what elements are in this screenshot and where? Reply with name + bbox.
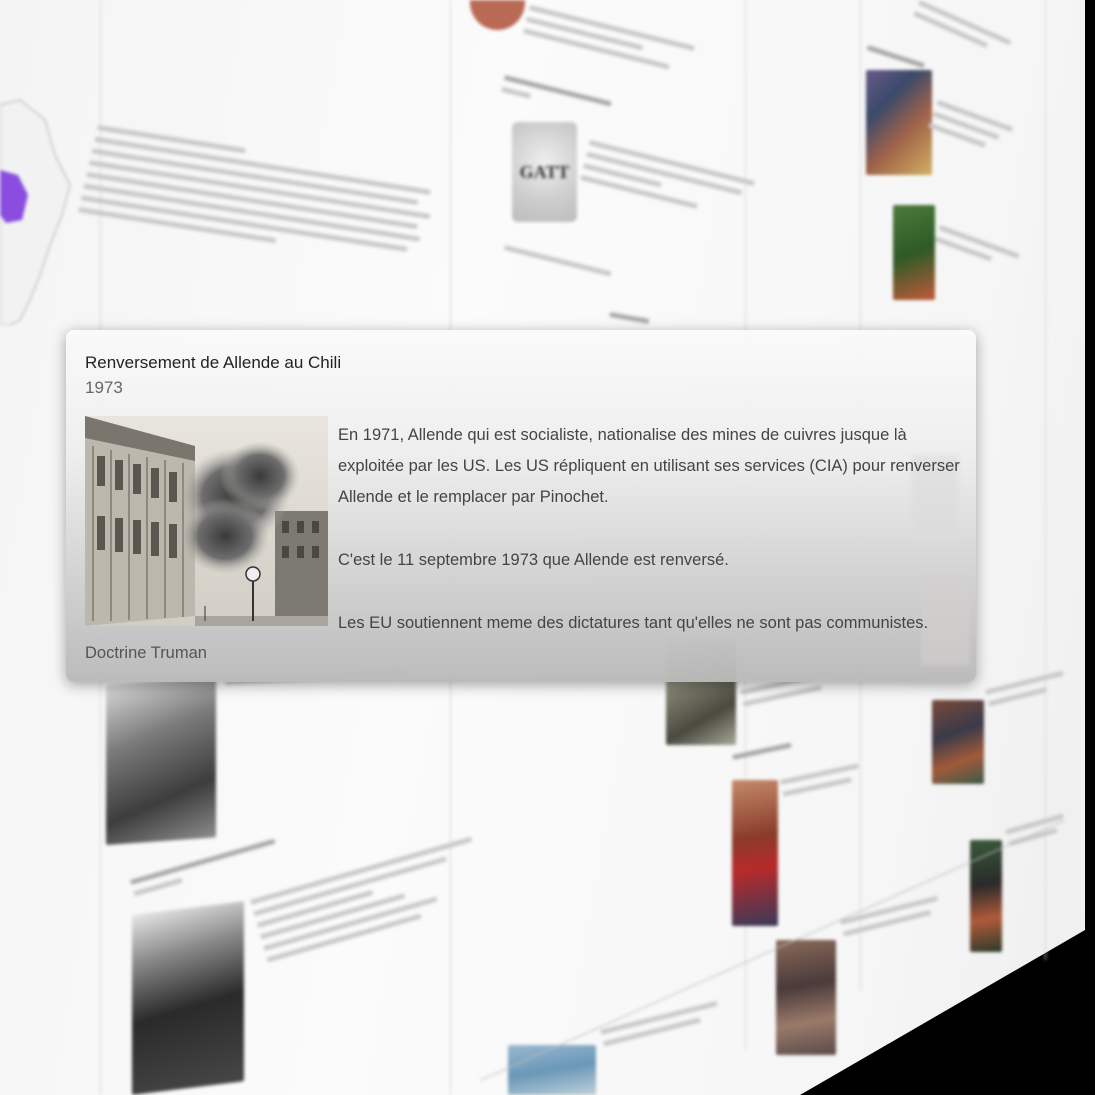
popup-title: Renversement de Allende au Chili [85,353,342,372]
event-text-blurred [840,893,953,943]
popup-footer-label: Doctrine Truman [85,644,207,662]
popup-paragraph: En 1971, Allende qui est socialiste, nat… [338,426,960,506]
popup-year: 1973 [85,378,123,397]
timeline-viewport: GATT Renversement de Allende au Chili 19… [0,0,1095,1095]
popup-photo[interactable] [85,416,328,626]
event-thumbnail[interactable] [776,940,836,1055]
timeline-grid-line [1045,0,1046,960]
event-text-blurred [521,5,724,88]
event-title-blurred [499,75,621,127]
event-text-blurred [1005,811,1079,853]
event-thumbnail[interactable] [893,205,935,300]
event-text-blurred [600,996,742,1053]
popup-paragraph: Les EU soutiennent meme des dictatures t… [338,614,929,632]
event-thumbnail[interactable] [970,840,1002,952]
gatt-logo-text: GATT [519,161,570,182]
event-text-blurred [578,140,764,230]
event-text-blurred [932,225,1025,278]
popup-description: En 1971, Allende qui est socialiste, nat… [338,420,968,671]
event-detail-popup[interactable]: Renversement de Allende au Chili 1973 En… [66,330,976,682]
portrait-thumbnail[interactable] [132,901,244,1095]
event-thumbnail[interactable] [732,780,778,926]
event-thumbnail[interactable] [932,700,984,784]
event-text-blurred [926,100,1023,165]
event-text-blurred [910,0,1029,71]
bombing-photo-image [85,416,328,626]
event-text-blurred [985,668,1078,713]
event-thumbnail[interactable] [866,70,932,175]
event-thumbnail[interactable] [470,0,525,30]
gatt-logo-image[interactable]: GATT [512,122,577,222]
popup-paragraph: C'est le 11 septembre 1973 que Allende e… [338,551,729,569]
event-thumbnail[interactable] [508,1045,596,1095]
event-text-blurred [502,245,650,293]
portrait-thumbnail[interactable] [106,677,216,845]
event-description-blurred [76,125,443,274]
event-title-blurred [732,740,803,766]
south-america-map[interactable] [0,95,80,325]
